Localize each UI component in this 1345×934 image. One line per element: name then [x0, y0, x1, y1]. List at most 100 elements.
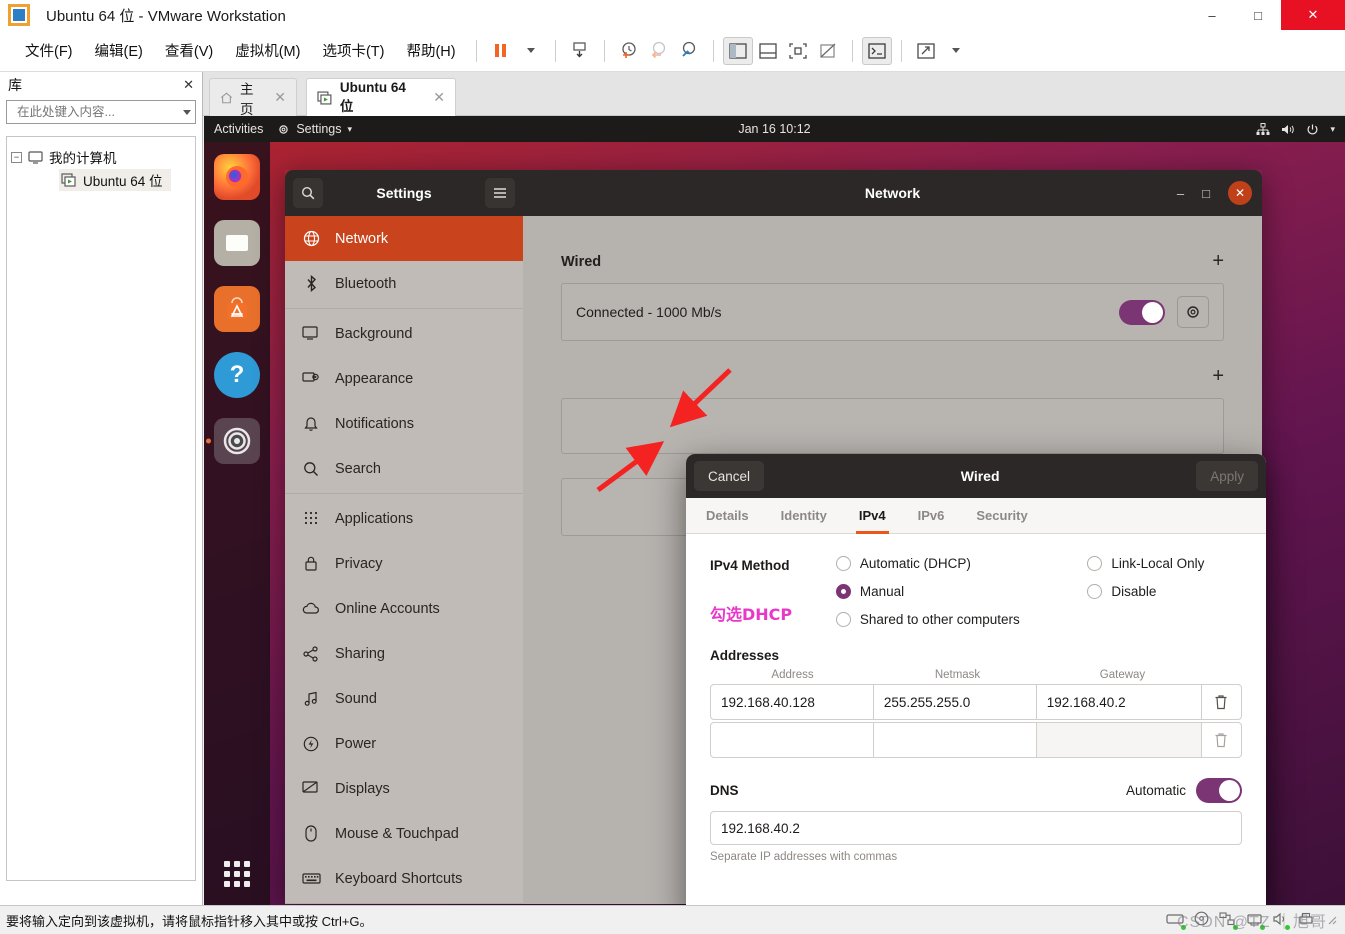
- sidebar-divider-1: [285, 308, 523, 309]
- add-connection-button[interactable]: +: [1212, 365, 1224, 388]
- settings-maximize-button[interactable]: □: [1202, 186, 1210, 201]
- tab-home[interactable]: 主页 ✕: [209, 78, 297, 117]
- gateway-input-2[interactable]: [1036, 723, 1202, 757]
- radio-manual[interactable]: [835, 584, 851, 599]
- tab-identity[interactable]: Identity: [781, 498, 827, 534]
- tray-caret-icon[interactable]: ▾: [1330, 124, 1335, 135]
- netmask-input-1[interactable]: 255.255.255.0: [874, 685, 1037, 719]
- full-screen-button[interactable]: [783, 37, 813, 65]
- activities-button[interactable]: Activities: [214, 122, 263, 136]
- console-view-button[interactable]: [861, 36, 892, 65]
- radio-shared[interactable]: [835, 612, 851, 627]
- sidebar-item-applications[interactable]: Applications: [285, 496, 523, 541]
- sidebar-item-displays[interactable]: Displays: [285, 766, 523, 811]
- menu-view[interactable]: 查看(V): [154, 36, 224, 65]
- radio-option-shared[interactable]: Shared to other computers: [835, 612, 1063, 627]
- sidebar-item-network[interactable]: Network: [285, 216, 523, 261]
- menu-tabs[interactable]: 选项卡(T): [311, 36, 395, 65]
- address-input-2[interactable]: [711, 723, 874, 757]
- revert-snapshot-button[interactable]: [644, 37, 674, 65]
- second-connection-panel: [561, 398, 1224, 454]
- snapshot-button[interactable]: [565, 37, 595, 65]
- close-button[interactable]: ✕: [1281, 0, 1345, 30]
- dns-automatic-toggle[interactable]: [1196, 778, 1242, 803]
- gnome-system-tray[interactable]: ▾: [1256, 122, 1335, 136]
- show-thumbnails-button[interactable]: [753, 37, 783, 65]
- menu-help[interactable]: 帮助(H): [395, 36, 466, 65]
- settings-search-button[interactable]: [293, 178, 323, 208]
- library-search-dropdown-icon[interactable]: [183, 109, 191, 115]
- sidebar-item-appearance[interactable]: Appearance: [285, 356, 523, 401]
- wired-settings-button[interactable]: [1177, 296, 1209, 328]
- tree-row-ubuntu-vm[interactable]: Ubuntu 64 位: [59, 169, 171, 191]
- menu-vm[interactable]: 虚拟机(M): [224, 36, 311, 65]
- library-close-icon[interactable]: ✕: [183, 77, 194, 93]
- settings-menu-button[interactable]: [484, 178, 515, 208]
- wired-toggle[interactable]: [1119, 299, 1165, 325]
- unity-mode-button[interactable]: [813, 37, 843, 65]
- dock-item-firefox[interactable]: [214, 154, 260, 200]
- delete-address-button-1[interactable]: [1202, 685, 1241, 719]
- radio-option-disable[interactable]: Disable: [1087, 584, 1242, 599]
- menu-file[interactable]: 文件(F): [14, 36, 84, 65]
- radio-option-link-local[interactable]: Link-Local Only: [1087, 556, 1242, 571]
- sidebar-label-power: Power: [335, 735, 377, 752]
- sidebar-item-background[interactable]: Background: [285, 311, 523, 356]
- apply-button[interactable]: Apply: [1196, 461, 1258, 491]
- menu-edit[interactable]: 编辑(E): [84, 36, 154, 65]
- minimize-button[interactable]: –: [1189, 0, 1235, 30]
- app-menu-settings[interactable]: Settings ▾: [277, 122, 352, 136]
- gnome-clock[interactable]: Jan 16 10:12: [738, 122, 810, 136]
- pause-button[interactable]: [486, 37, 516, 65]
- gateway-input-1[interactable]: 192.168.40.2: [1037, 685, 1202, 719]
- radio-link-local[interactable]: [1087, 556, 1103, 571]
- tab-ubuntu-vm[interactable]: Ubuntu 64 位 ✕: [306, 78, 456, 116]
- stretch-dropdown-caret-icon[interactable]: [941, 37, 971, 65]
- sidebar-item-privacy[interactable]: Privacy: [285, 541, 523, 586]
- sidebar-item-online-accounts[interactable]: Online Accounts: [285, 586, 523, 631]
- sidebar-item-sound[interactable]: Sound: [285, 676, 523, 721]
- sidebar-item-notifications[interactable]: Notifications: [285, 401, 523, 446]
- sidebar-item-mouse-touchpad[interactable]: Mouse & Touchpad: [285, 811, 523, 856]
- dock-item-help[interactable]: ?: [214, 352, 260, 398]
- dock-item-ubuntu-software[interactable]: [214, 286, 260, 332]
- dns-servers-input[interactable]: 192.168.40.2: [710, 811, 1242, 845]
- settings-close-button[interactable]: ✕: [1228, 181, 1252, 205]
- pause-dropdown-caret-icon[interactable]: [516, 37, 546, 65]
- tab-security[interactable]: Security: [976, 498, 1027, 534]
- library-search-box[interactable]: [6, 100, 196, 124]
- maximize-button[interactable]: □: [1235, 0, 1281, 30]
- address-input-1[interactable]: 192.168.40.128: [711, 685, 874, 719]
- netmask-input-2[interactable]: [874, 723, 1037, 757]
- sidebar-item-power[interactable]: Power: [285, 721, 523, 766]
- sidebar-item-keyboard-shortcuts[interactable]: Keyboard Shortcuts: [285, 856, 523, 901]
- sidebar-item-search[interactable]: Search: [285, 446, 523, 491]
- radio-label-shared: Shared to other computers: [859, 612, 1020, 627]
- cancel-button[interactable]: Cancel: [694, 461, 765, 491]
- snapshot-manager-button[interactable]: [674, 37, 704, 65]
- radio-option-manual[interactable]: Manual: [835, 584, 1063, 599]
- dock-item-files[interactable]: [214, 220, 260, 266]
- tab-ipv6[interactable]: IPv6: [918, 498, 945, 534]
- dock-item-settings[interactable]: [206, 418, 260, 464]
- library-search-input[interactable]: [17, 105, 178, 119]
- take-snapshot-button[interactable]: [614, 37, 644, 65]
- tab-ubuntu-vm-close-icon[interactable]: ✕: [433, 89, 445, 106]
- sidebar-item-sharing[interactable]: Sharing: [285, 631, 523, 676]
- tree-row-my-computer[interactable]: − 我的计算机: [7, 145, 195, 169]
- stretch-button[interactable]: [911, 37, 941, 65]
- sidebar-item-bluetooth[interactable]: Bluetooth: [285, 261, 523, 306]
- tab-ipv4[interactable]: IPv4: [855, 498, 889, 534]
- radio-disable[interactable]: [1087, 584, 1103, 599]
- delete-address-button-2[interactable]: [1202, 723, 1241, 757]
- radio-option-automatic-dhcp[interactable]: Automatic (DHCP): [835, 556, 1063, 571]
- show-applications-button[interactable]: [224, 861, 250, 887]
- settings-minimize-button[interactable]: –: [1177, 186, 1184, 201]
- tab-home-close-icon[interactable]: ✕: [274, 89, 286, 106]
- radio-automatic-dhcp[interactable]: [835, 556, 851, 571]
- show-library-button[interactable]: [722, 36, 753, 65]
- tab-details[interactable]: Details: [706, 498, 749, 534]
- add-wired-button[interactable]: +: [1212, 250, 1224, 273]
- tree-expander-icon[interactable]: −: [11, 151, 22, 163]
- ipv4-method-label: IPv4 Method: [710, 558, 790, 573]
